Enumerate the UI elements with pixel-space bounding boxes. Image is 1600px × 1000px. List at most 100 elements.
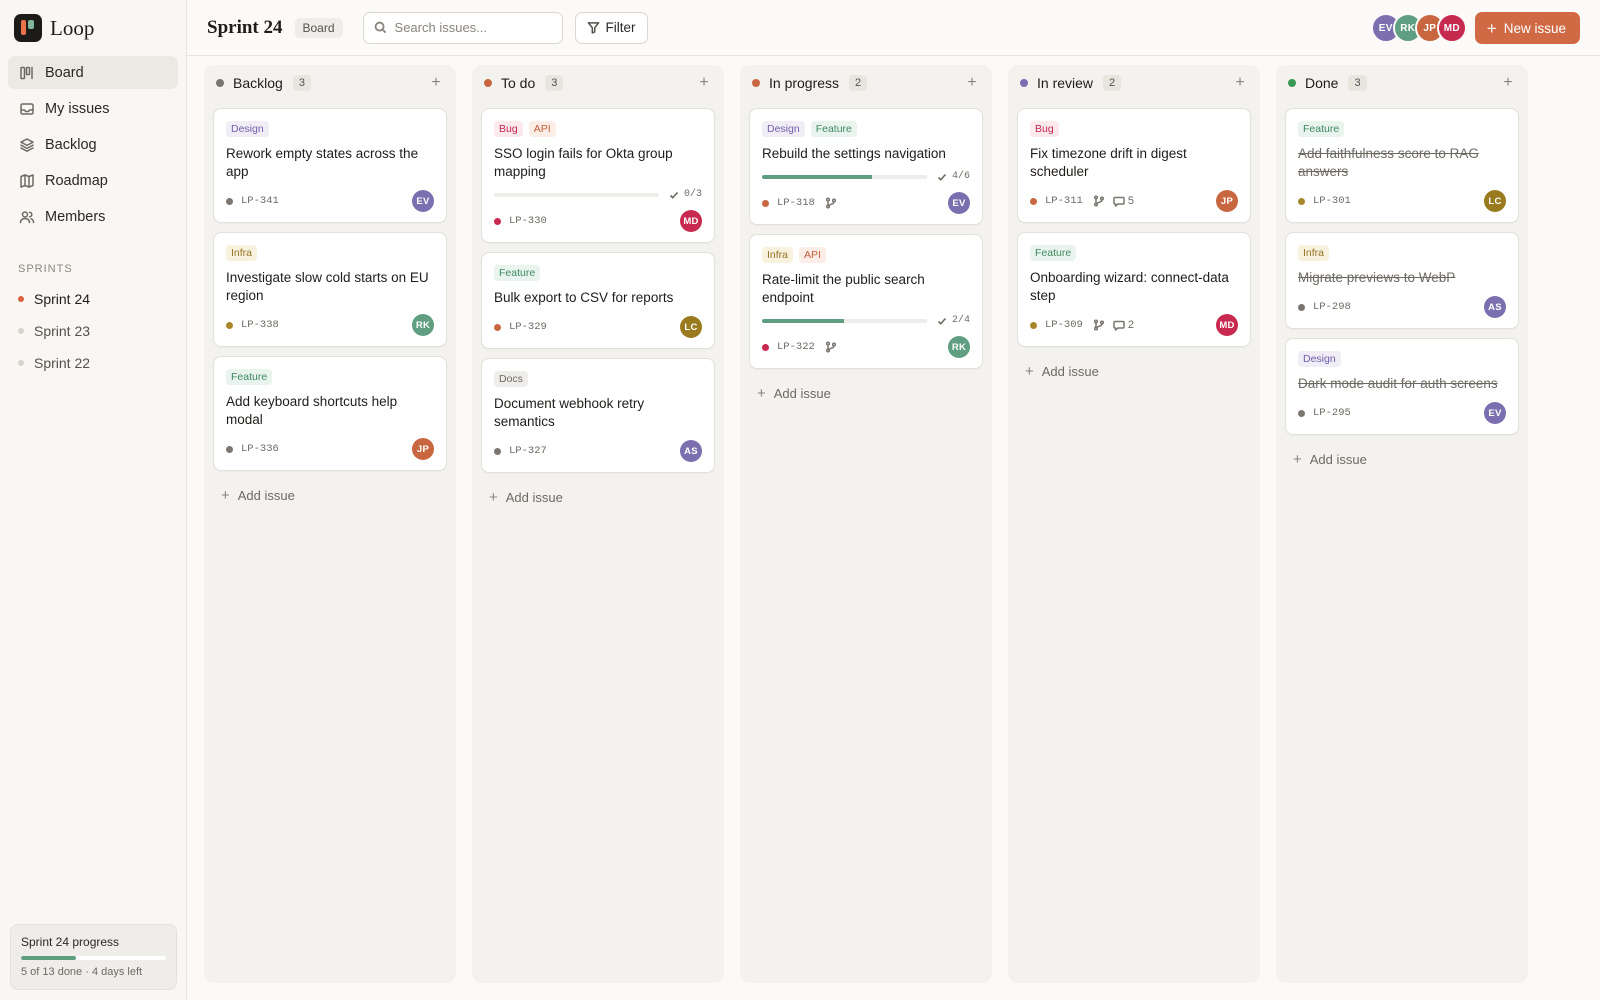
sidebar-item-backlog[interactable]: Backlog [8, 128, 178, 161]
card-meta: LP-330 MD [494, 210, 702, 232]
subtask-progress-bar [494, 192, 659, 197]
tag-badge: Feature [226, 369, 273, 385]
sidebar-item-roadmap[interactable]: Roadmap [8, 164, 178, 197]
issue-id: LP-336 [241, 443, 279, 455]
column-title: Backlog [233, 75, 283, 91]
issue-card[interactable]: Infra Investigate slow cold starts on EU … [213, 232, 447, 347]
app-name: Loop [50, 15, 95, 40]
add-issue-button[interactable]: + Add issue [749, 378, 983, 408]
card-meta: LP-338 RK [226, 314, 434, 336]
users-icon [18, 208, 36, 226]
member-avatar[interactable]: MD [1436, 13, 1467, 43]
issue-id: LP-318 [777, 197, 815, 209]
issue-card[interactable]: Feature Onboarding wizard: connect-data s… [1017, 232, 1251, 347]
add-issue-button[interactable]: + Add issue [1017, 356, 1251, 386]
add-issue-label: Add issue [773, 385, 831, 401]
card-tags: Infra API [762, 247, 970, 263]
add-issue-button[interactable]: + Add issue [481, 482, 715, 512]
sidebar-item-board[interactable]: Board [8, 56, 178, 89]
issue-card[interactable]: Feature Add faithfulness score to RAG ans… [1285, 108, 1519, 223]
card-meta: LP-341 EV [226, 190, 434, 212]
sprint-progress-meta: 5 of 13 done · 4 days left [21, 966, 143, 978]
tag-badge: Feature [1030, 245, 1077, 261]
card-meta: LP-295 EV [1298, 402, 1506, 424]
tag-badge: Design [226, 121, 269, 137]
filter-label: Filter [605, 20, 636, 35]
column-status-dot [216, 79, 224, 87]
card-meta: LP-311 5 JP [1030, 190, 1238, 212]
card-meta: LP-318 EV [762, 192, 970, 214]
comment-count: 5 [1127, 195, 1134, 207]
issue-id: LP-309 [1045, 319, 1083, 331]
new-issue-button[interactable]: + New issue [1474, 12, 1580, 44]
kanban-board: Backlog 3 + Design Rework empty states acros… [204, 65, 1544, 983]
column-status-dot [1288, 79, 1296, 87]
plus-icon: + [1486, 18, 1497, 38]
subtask-count: 4/6 [937, 171, 970, 182]
main-area: Sprint 24 Board Filter EVRKJPMD + New is… [187, 0, 1600, 1000]
column-add-icon[interactable]: + [964, 74, 980, 92]
priority-dot [1298, 197, 1305, 205]
branch-icon [825, 341, 837, 353]
column-header: In review 2 + [1017, 65, 1251, 101]
topbar: Sprint 24 Board Filter EVRKJPMD + New is… [187, 0, 1600, 56]
card-title: Rebuild the settings navigation [762, 146, 946, 161]
assignee-avatar: JP [412, 438, 434, 460]
subtask-count-text: 4/6 [951, 171, 970, 182]
column-count-badge: 3 [545, 75, 564, 91]
branch-icon [1093, 319, 1105, 331]
search-input[interactable] [394, 20, 545, 35]
issue-card[interactable]: Design Feature Rebuild the settings naviga… [749, 108, 983, 225]
issue-card[interactable]: Feature Bulk export to CSV for reports LP-… [481, 252, 715, 349]
tag-badge: API [528, 121, 556, 137]
issue-card[interactable]: Infra API Rate-limit the public search end… [749, 234, 983, 369]
column-status-dot [752, 79, 760, 87]
column-add-icon[interactable]: + [696, 74, 712, 92]
search-box[interactable] [362, 11, 563, 44]
page-title: Sprint 24 [207, 16, 283, 38]
sprint-progress-card: Sprint 24 progress 5 of 13 done · 4 days… [10, 924, 177, 990]
view-badge[interactable]: Board [294, 17, 343, 38]
issue-card[interactable]: Docs Document webhook retry semantics LP-3… [481, 358, 715, 473]
priority-dot [762, 343, 769, 351]
map-icon [18, 172, 36, 190]
assignee-avatar: MD [680, 210, 702, 232]
sidebar-item-label: Backlog [45, 136, 97, 153]
column-add-icon[interactable]: + [1232, 74, 1248, 92]
sidebar-item-my-issues[interactable]: My issues [8, 92, 178, 125]
sprint-item[interactable]: Sprint 24 [8, 283, 178, 315]
issue-card[interactable]: Design Rework empty states across the app… [213, 108, 447, 223]
assignee-avatar: LC [1484, 190, 1506, 212]
sprint-item[interactable]: Sprint 23 [8, 315, 178, 347]
filter-button[interactable]: Filter [574, 11, 648, 44]
app-logo[interactable]: Loop [8, 0, 178, 56]
assignee-avatar: JP [1216, 190, 1238, 212]
assignee-avatar: RK [948, 336, 970, 358]
sidebar-item-label: Roadmap [45, 172, 108, 189]
priority-dot [762, 199, 769, 207]
sidebar-item-members[interactable]: Members [8, 200, 178, 233]
issue-card[interactable]: Bug API SSO login fails for Okta group map… [481, 108, 715, 243]
sprint-progress-bar [21, 956, 166, 960]
issue-card[interactable]: Bug Fix timezone drift in digest schedule… [1017, 108, 1251, 223]
sprint-item[interactable]: Sprint 22 [8, 347, 178, 379]
issue-card[interactable]: Feature Add keyboard shortcuts help modal… [213, 356, 447, 471]
tag-badge: Infra [226, 245, 258, 261]
subtask-count-text: 2/4 [951, 315, 970, 326]
sprints-section-label: SPRINTS [18, 263, 73, 275]
issue-id: LP-330 [509, 215, 547, 227]
add-issue-button[interactable]: + Add issue [1285, 444, 1519, 474]
column-add-icon[interactable]: + [428, 74, 444, 92]
issue-card[interactable]: Design Dark mode audit for auth screens LP… [1285, 338, 1519, 435]
add-issue-label: Add issue [237, 487, 295, 503]
add-issue-button[interactable]: + Add issue [213, 480, 447, 510]
column-add-icon[interactable]: + [1500, 74, 1516, 92]
tag-badge: Bug [1030, 121, 1059, 137]
plus-icon: + [489, 488, 498, 506]
issue-card[interactable]: Infra Migrate previews to WebP LP-298 AS [1285, 232, 1519, 329]
issue-id: LP-295 [1313, 407, 1351, 419]
member-avatar-stack[interactable]: EV RK JP MD [1370, 13, 1467, 43]
board-column-in-progress: In progress 2 + Design Feature Rebuild the se… [740, 65, 992, 983]
card-title: Add faithfulness score to RAG answers [1298, 146, 1479, 179]
tag-badge: Design [1298, 351, 1341, 367]
